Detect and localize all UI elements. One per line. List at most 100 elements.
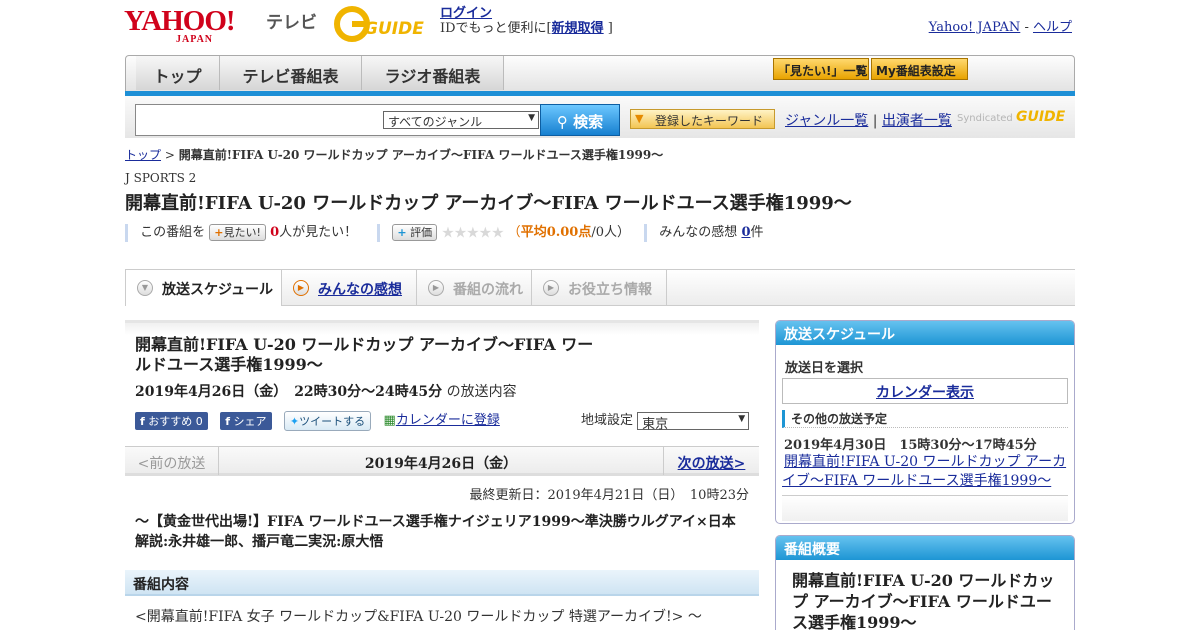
channel-name: J SPORTS 2 (125, 171, 197, 185)
signup-link[interactable]: 新規取得 (552, 21, 604, 36)
help-link[interactable]: ヘルプ (1033, 20, 1072, 35)
tab-impressions[interactable]: ▶ みんなの感想 (282, 270, 417, 306)
summary-heading: 番組概要 (776, 536, 1074, 560)
impressions-suffix: 件 (750, 225, 764, 240)
breadcrumb-sep: > (164, 148, 175, 162)
fb-recommend-label: おすすめ 0 (148, 414, 203, 428)
other-broadcasts-label: その他の放送予定 (782, 410, 1068, 428)
tab-flow-label: 番組の流れ (453, 282, 523, 298)
other-broadcast-link[interactable]: 開幕直前!FIFA U-20 ワールドカップ アーカイブ～FIFA ワールドユー… (782, 454, 1066, 489)
mitai-list-button[interactable]: 「見たい!」一覧 (773, 58, 869, 80)
avg-people: /0人） (591, 225, 631, 240)
search-button-label: 検索 (573, 113, 604, 131)
search-icon: ⚲ (556, 113, 568, 131)
genre-select[interactable]: すべてのジャンル (383, 111, 539, 129)
syndicated-text: Syndicated (957, 113, 1013, 124)
performer-list-link[interactable]: 出演者一覧 (882, 113, 952, 129)
mitai-count: 0 (270, 225, 280, 240)
chevron-right-icon: ▶ (428, 280, 444, 296)
nav-tab-tv[interactable]: テレビ番組表 (220, 56, 362, 90)
search-bar: すべてのジャンル ⚲ 検索 登録したキーワード ジャンル一覧 | 出演者一覧 S… (125, 96, 1075, 138)
chevron-right-icon: ▶ (293, 280, 309, 296)
syndicated-gguide-logo: Syndicated GUIDE (957, 109, 1065, 125)
meta-divider (377, 223, 381, 242)
yahoo-logo-text: YAHOO! (124, 5, 236, 37)
prev-broadcast-button[interactable]: <前の放送 (125, 447, 219, 475)
this-program-label: この番組を (140, 225, 206, 240)
broadcast-date-suffix: の放送内容 (446, 384, 517, 400)
tab-schedule[interactable]: ▼ 放送スケジュール (125, 270, 282, 306)
keyword-button[interactable]: 登録したキーワード (630, 109, 775, 129)
content-heading: 番組内容 (125, 570, 759, 596)
facebook-icon: f (225, 414, 230, 428)
summary-title: 開幕直前!FIFA U-20 ワールドカップ アーカイブ～FIFA ワールドユー… (792, 571, 1055, 630)
tab-impressions-label: みんなの感想 (318, 282, 402, 298)
top-links: Yahoo! JAPAN - ヘルプ (929, 16, 1072, 35)
my-schedule-button[interactable]: My番組表設定 (871, 58, 968, 80)
tv-label: テレビ (266, 13, 317, 33)
top-link-separator: - (1024, 20, 1029, 35)
nav-tab-top[interactable]: トップ (136, 56, 220, 90)
twitter-bird-icon: ✦ (289, 414, 300, 428)
yahoo-japan-link[interactable]: Yahoo! JAPAN (929, 20, 1021, 35)
mitai-suffix: 人が見たい！ (279, 225, 358, 240)
meta-divider (125, 223, 128, 242)
schedule-body: 放送日を選択 カレンダー表示 その他の放送予定 2019年4月30日 15時30… (776, 345, 1074, 491)
schedule-box: 放送スケジュール 放送日を選択 カレンダー表示 その他の放送予定 2019年4月… (775, 320, 1075, 524)
tweet-button[interactable]: ✦ツイートする (283, 410, 372, 431)
chevron-right-icon: ▶ (543, 280, 559, 296)
region-label: 地域設定 (581, 413, 634, 428)
mitai-button[interactable]: +見たい! (209, 224, 266, 241)
share-row: f おすすめ 0 f シェア ✦ツイートする ▦カレンダーに登録 (135, 409, 500, 431)
select-date-label: 放送日を選択 (785, 361, 864, 376)
avg-rating: 平均0.00点 (520, 225, 592, 240)
gguide-logo-icon: GUIDE (334, 6, 424, 42)
link-divider: | (872, 113, 878, 129)
content-text: <開幕直前!FIFA 女子 ワールドカップ&FIFA U-20 ワールドカップ … (135, 609, 702, 625)
gguide-mini-logo: GUIDE (1015, 109, 1066, 125)
calendar-register-link[interactable]: カレンダーに登録 (396, 413, 500, 428)
tweet-label: ツイートする (299, 414, 366, 428)
last-updated: 最終更新日：2019年4月21日（日） 10時23分 (469, 488, 749, 503)
calendar-display-button[interactable]: カレンダー表示 (782, 378, 1068, 404)
program-meta: この番組を +見たい! 0人が見たい！ + 評価 ★★★★★ （平均0.00点/… (125, 221, 764, 242)
meta-divider (644, 223, 648, 242)
next-broadcast-link[interactable]: 次の放送> (663, 447, 759, 475)
breadcrumb-top[interactable]: トップ (125, 148, 161, 162)
page-title: 開幕直前!FIFA U-20 ワールドカップ アーカイブ～FIFA ワールドユー… (125, 193, 852, 214)
facebook-icon: f (140, 414, 145, 428)
impressions-label: みんなの感想 (659, 225, 738, 240)
yahoo-japan-logo[interactable]: YAHOO! JAPAN (124, 5, 236, 45)
region-setting: 地域設定 東京 (581, 409, 750, 432)
tab-schedule-label: 放送スケジュール (162, 282, 274, 298)
search-links: ジャンル一覧 | 出演者一覧 (785, 110, 952, 130)
broadcast-datetime: 2019年4月26日（金） 22時30分～24時45分 の放送内容 (135, 381, 759, 401)
chevron-down-icon: ▼ (137, 280, 153, 296)
fb-share-button[interactable]: f シェア (220, 411, 272, 430)
nav-tab-radio[interactable]: ラジオ番組表 (362, 56, 504, 90)
tab-info-label: お役立ち情報 (568, 282, 652, 298)
tab-info[interactable]: ▶ お役立ち情報 (532, 270, 667, 306)
breadcrumb-current: 開幕直前!FIFA U-20 ワールドカップ アーカイブ～FIFA ワールドユー… (178, 148, 664, 162)
summary-box: 番組概要 開幕直前!FIFA U-20 ワールドカップ アーカイブ～FIFA ワ… (775, 535, 1075, 630)
yahoo-logo-sub: JAPAN (176, 34, 214, 45)
rate-button[interactable]: + 評価 (392, 224, 438, 241)
login-link[interactable]: ログイン (440, 6, 492, 21)
fb-share-label: シェア (233, 414, 267, 428)
region-select[interactable]: 東京 (637, 411, 750, 432)
tab-flow[interactable]: ▶ 番組の流れ (417, 270, 532, 306)
sidebar: 放送スケジュール 放送日を選択 カレンダー表示 その他の放送予定 2019年4月… (775, 320, 1075, 630)
plus-icon: + (214, 226, 224, 239)
calendar-icon: ▦ (383, 413, 396, 428)
genre-list-link[interactable]: ジャンル一覧 (785, 113, 868, 129)
search-button[interactable]: ⚲ 検索 (540, 104, 620, 136)
rating-stars: ★★★★★ (441, 223, 504, 242)
broadcast-date-time: 2019年4月26日（金） 22時30分～24時45分 (135, 384, 443, 400)
broadcast-nav-date: 2019年4月26日（金） (364, 456, 518, 472)
calendar-display-link: カレンダー表示 (876, 385, 974, 401)
gguide-logo[interactable]: GUIDE (334, 6, 432, 42)
fb-recommend-button[interactable]: f おすすめ 0 (135, 411, 208, 430)
impressions-count[interactable]: 0 (741, 225, 750, 240)
login-box: ログイン IDでもっと便利に[新規取得 ] (440, 6, 613, 36)
schedule-footer (782, 495, 1068, 521)
